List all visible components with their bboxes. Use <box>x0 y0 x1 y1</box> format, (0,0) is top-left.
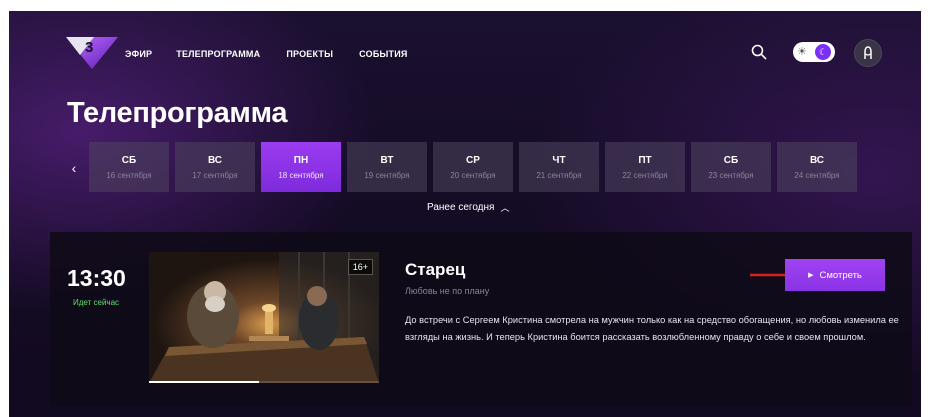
app-frame: 3 ЭФИР ТЕЛЕПРОГРАММА ПРОЕКТЫ СОБЫТИЯ ☀ ☾… <box>9 11 921 417</box>
nav-item-events[interactable]: СОБЫТИЯ <box>359 49 407 59</box>
search-icon[interactable] <box>750 43 768 61</box>
progress-bar <box>149 381 260 383</box>
main-nav: ЭФИР ТЕЛЕПРОГРАММА ПРОЕКТЫ СОБЫТИЯ <box>125 49 434 59</box>
earlier-today-label: Ранее сегодня <box>427 202 495 213</box>
program-card: 13:30 Идет сейчас 16+ Старец Любовь не п… <box>50 232 912 406</box>
day-tab-tue-19[interactable]: ВТ 19 сентября <box>347 142 427 192</box>
day-tab-mon-18[interactable]: ПН 18 сентября <box>261 142 341 192</box>
day-date: 23 сентября <box>708 170 754 180</box>
day-date: 21 сентября <box>536 170 582 180</box>
watch-button-label: Смотреть <box>819 269 862 281</box>
day-date: 17 сентября <box>192 170 238 180</box>
day-name: СБ <box>723 154 739 166</box>
watch-button[interactable]: ▶ Смотреть <box>785 259 885 291</box>
nav-item-projects[interactable]: ПРОЕКТЫ <box>286 49 333 59</box>
svg-text:3: 3 <box>85 39 93 56</box>
play-icon: ▶ <box>808 272 814 279</box>
day-tab-sat-16[interactable]: СБ 16 сентября <box>89 142 169 192</box>
day-name: СБ <box>121 154 137 166</box>
day-date: 22 сентября <box>622 170 668 180</box>
day-date: 16 сентября <box>106 170 152 180</box>
day-name: ПН <box>293 154 309 166</box>
day-tab-sat-23[interactable]: СБ 23 сентября <box>691 142 771 192</box>
day-tab-fri-22[interactable]: ПТ 22 сентября <box>605 142 685 192</box>
day-name: ВС <box>809 154 825 166</box>
chevron-up-icon: ︿ <box>500 203 510 213</box>
age-rating-badge: 16+ <box>347 259 373 275</box>
program-description: До встречи с Сергеем Кристина смотрела н… <box>405 315 899 342</box>
day-date: 20 сентября <box>450 170 496 180</box>
program-time: 13:30 <box>67 265 126 291</box>
day-tab-wed-20[interactable]: СР 20 сентября <box>433 142 513 192</box>
user-avatar[interactable] <box>854 39 882 67</box>
program-title[interactable]: Старец <box>405 260 465 280</box>
user-icon <box>864 46 872 59</box>
moon-icon: ☾ <box>815 44 831 60</box>
day-name: ЧТ <box>552 154 566 166</box>
day-name: СР <box>466 154 480 166</box>
day-date: 24 сентября <box>794 170 840 180</box>
day-name: ПТ <box>638 154 652 166</box>
day-date: 18 сентября <box>278 170 324 180</box>
program-thumbnail[interactable]: 16+ <box>149 252 379 383</box>
program-subtitle: Любовь не по плану <box>405 286 490 296</box>
day-tab-sun-17[interactable]: ВС 17 сентября <box>175 142 255 192</box>
day-name: ВТ <box>380 154 394 166</box>
day-tab-thu-21[interactable]: ЧТ 21 сентября <box>519 142 599 192</box>
prev-days-button[interactable]: ‹ <box>61 144 87 192</box>
theme-toggle[interactable]: ☀ ☾ <box>793 42 835 62</box>
site-header: 3 ЭФИР ТЕЛЕПРОГРАММА ПРОЕКТЫ СОБЫТИЯ ☀ ☾ <box>9 11 921 91</box>
sun-icon: ☀ <box>797 45 807 58</box>
earlier-today-toggle[interactable]: Ранее сегодня ︿ <box>427 201 509 214</box>
live-status: Идет сейчас <box>73 298 120 307</box>
page-title: Телепрограмма <box>67 97 288 129</box>
nav-item-live[interactable]: ЭФИР <box>125 49 152 59</box>
nav-item-tv-program[interactable]: ТЕЛЕПРОГРАММА <box>176 49 260 59</box>
day-name: ВС <box>207 154 223 166</box>
day-selector: СБ 16 сентября ВС 17 сентября ПН 18 сент… <box>89 142 857 192</box>
channel-logo[interactable]: 3 <box>64 35 120 71</box>
program-still-image <box>149 252 379 383</box>
day-tab-sun-24[interactable]: ВС 24 сентября <box>777 142 857 192</box>
chevron-left-icon: ‹ <box>71 160 77 176</box>
day-date: 19 сентября <box>364 170 410 180</box>
